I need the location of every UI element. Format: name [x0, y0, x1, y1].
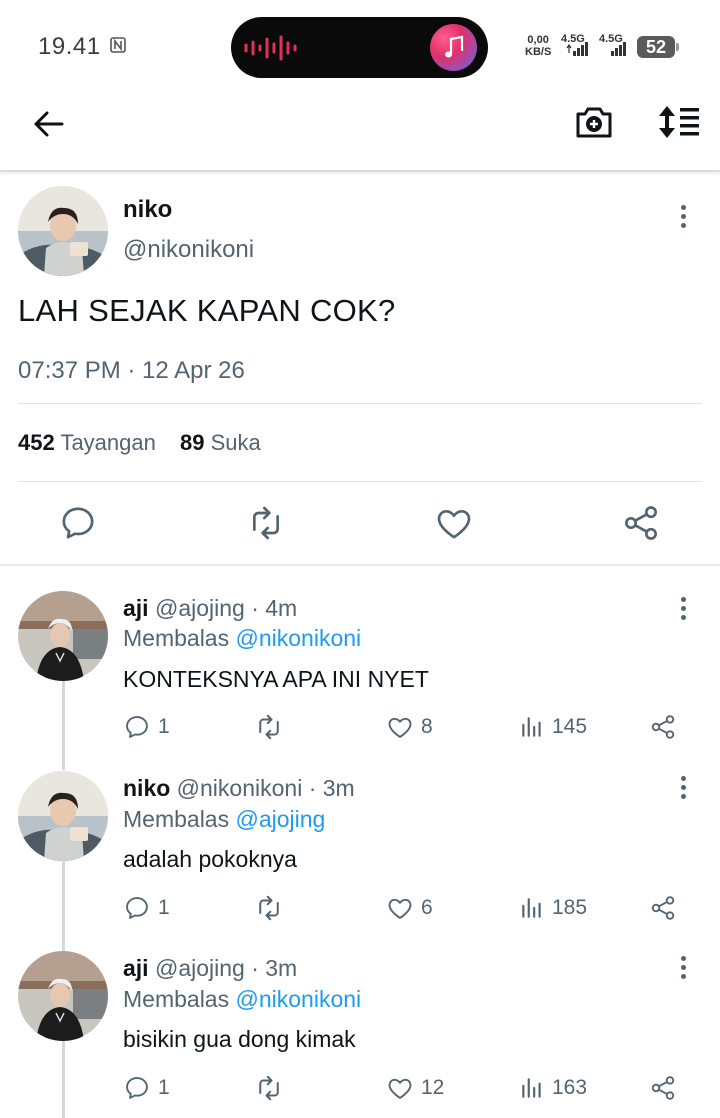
share-icon: [649, 894, 677, 922]
reply-header[interactable]: niko @nikonikoni · 3m: [123, 775, 355, 802]
music-app-icon: [430, 24, 477, 71]
reply-text: adalah pokoknya: [123, 846, 297, 872]
more-options-icon[interactable]: [680, 597, 686, 621]
views-icon: [519, 895, 545, 921]
mention-link[interactable]: @ajojing: [236, 806, 326, 832]
retweet-icon: [254, 893, 284, 923]
tweet-text: LAH SEJAK KAPAN COK?: [18, 293, 396, 328]
reply-header[interactable]: aji @ajojing · 4m: [123, 595, 297, 622]
like-icon: [386, 1074, 414, 1102]
thread-line: [62, 1041, 65, 1118]
status-time: 19.41: [38, 33, 101, 60]
mention-link[interactable]: @nikonikoni: [236, 986, 362, 1012]
dynamic-island-music[interactable]: [231, 17, 488, 78]
section-divider: [0, 564, 720, 566]
app-bar: [0, 90, 720, 172]
thread-line: [62, 861, 65, 951]
like-button[interactable]: 8: [386, 712, 433, 742]
replying-to: Membalas @ajojing: [123, 806, 326, 832]
arrow-left-icon[interactable]: [32, 109, 66, 139]
reply-header[interactable]: aji @ajojing · 3m: [123, 955, 297, 982]
retweet-button[interactable]: [254, 893, 284, 923]
views-icon: [519, 1075, 545, 1101]
author-handle[interactable]: @nikonikoni: [123, 236, 254, 264]
share-icon: [649, 713, 677, 741]
nfc-icon: [110, 37, 126, 53]
avatar[interactable]: [18, 186, 108, 276]
battery-icon: 52: [637, 36, 679, 58]
mention-link[interactable]: @nikonikoni: [236, 625, 362, 651]
share-button[interactable]: [649, 893, 677, 923]
like-icon[interactable]: [434, 503, 474, 543]
more-options-icon[interactable]: [680, 776, 686, 800]
audio-wave-icon: [244, 35, 297, 61]
divider: [18, 481, 702, 482]
reply-text: bisikin gua dong kimak: [123, 1026, 356, 1052]
replying-to: Membalas @nikonikoni: [123, 986, 362, 1012]
like-icon: [386, 894, 414, 922]
reply-button[interactable]: 1: [123, 712, 170, 742]
like-button[interactable]: 12: [386, 1073, 444, 1103]
reply-icon: [123, 713, 151, 741]
tweet-stats: 452 Tayangan 89 Suka: [18, 430, 261, 456]
retweet-button[interactable]: [254, 712, 284, 742]
share-icon[interactable]: [621, 503, 661, 543]
sort-list-icon[interactable]: [656, 104, 700, 140]
reply-button[interactable]: 1: [123, 1073, 170, 1103]
share-icon: [649, 1074, 677, 1102]
replying-to: Membalas @nikonikoni: [123, 625, 362, 651]
retweet-button[interactable]: [254, 1073, 284, 1103]
reply-icon[interactable]: [58, 503, 98, 543]
camera-plus-icon[interactable]: [574, 103, 614, 141]
reply-icon: [123, 1074, 151, 1102]
more-options-icon[interactable]: [680, 205, 686, 229]
reply-icon: [123, 894, 151, 922]
reply-button[interactable]: 1: [123, 893, 170, 923]
thread-line: [62, 680, 65, 770]
network-speed: 0,00 KB/S: [525, 34, 552, 58]
retweet-icon[interactable]: [246, 503, 286, 543]
tweet-timestamp: 07:37 PM · 12 Apr 26: [18, 357, 245, 384]
avatar[interactable]: [18, 771, 108, 861]
like-icon: [386, 713, 414, 741]
signal-icon: 4.5G: [599, 33, 629, 57]
share-button[interactable]: [649, 1073, 677, 1103]
retweet-icon: [254, 1073, 284, 1103]
like-button[interactable]: 6: [386, 893, 433, 923]
likes-stat[interactable]: 89 Suka: [180, 430, 261, 455]
share-button[interactable]: [649, 712, 677, 742]
signal-icon: 4.5G: [561, 33, 591, 57]
views-icon: [519, 714, 545, 740]
status-bar: 19.41 0,00 KB/S 4.5G 4.5G 52: [0, 0, 720, 90]
divider: [18, 403, 702, 404]
reply-text: KONTEKSNYA APA INI NYET: [123, 666, 429, 692]
views-button[interactable]: 163: [519, 1073, 587, 1103]
views-button[interactable]: 145: [519, 712, 587, 742]
retweet-icon: [254, 712, 284, 742]
views-stat[interactable]: 452 Tayangan: [18, 430, 156, 455]
avatar[interactable]: [18, 951, 108, 1041]
author-name[interactable]: niko: [123, 196, 172, 224]
views-button[interactable]: 185: [519, 893, 587, 923]
more-options-icon[interactable]: [680, 956, 686, 980]
avatar[interactable]: [18, 591, 108, 681]
